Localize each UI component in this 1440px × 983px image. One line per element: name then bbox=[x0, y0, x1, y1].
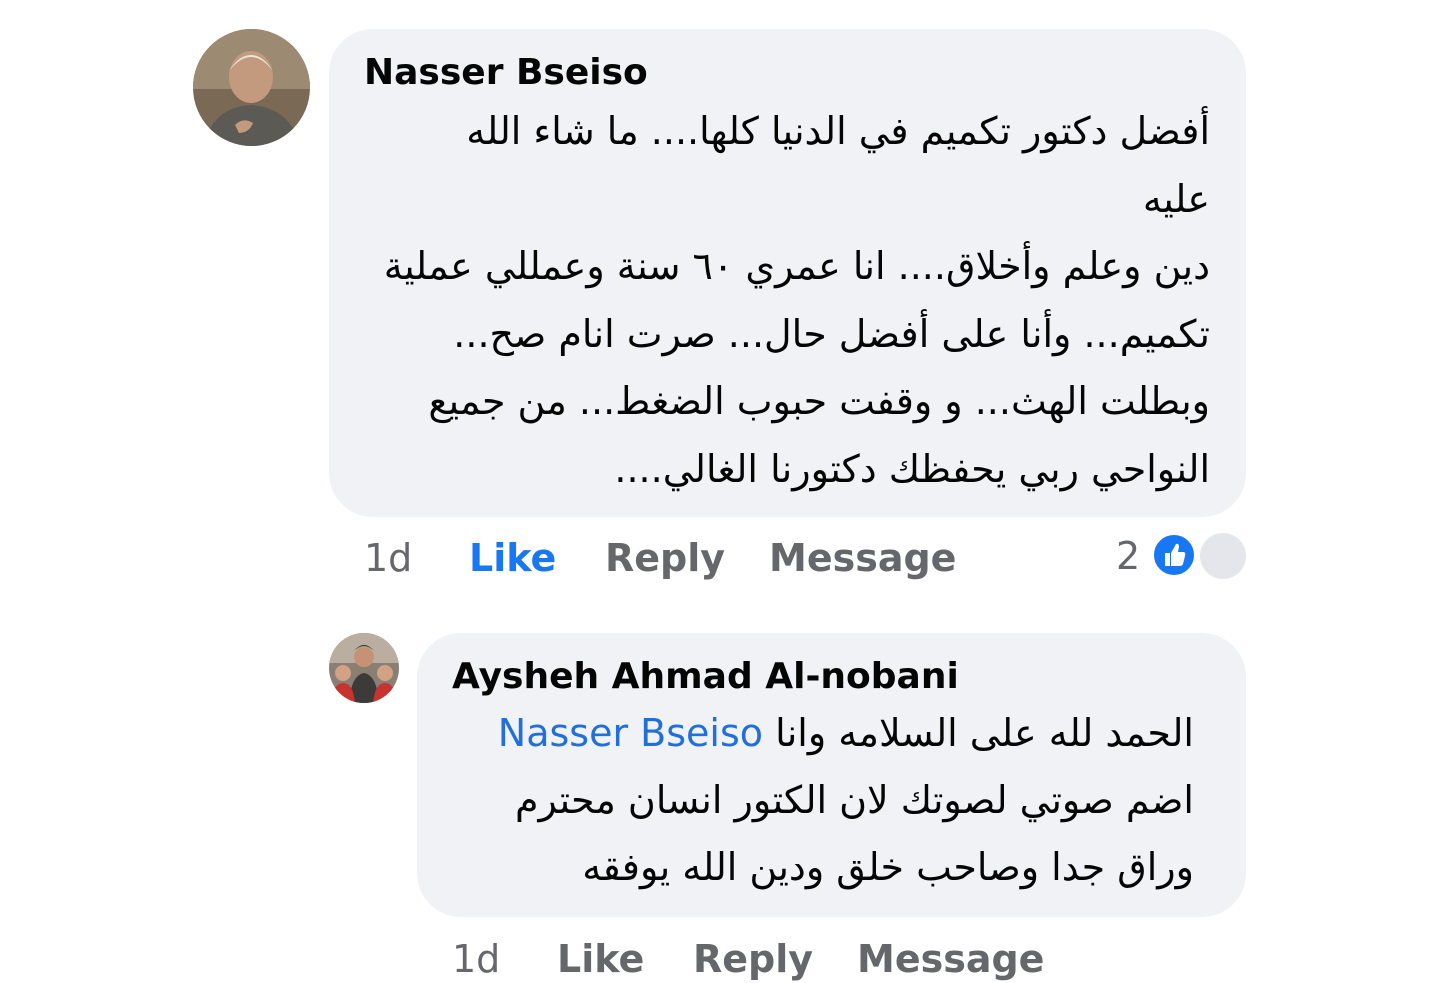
reply-timestamp[interactable]: 1d bbox=[452, 937, 500, 981]
reply-button[interactable]: Reply bbox=[605, 536, 725, 580]
mention-link[interactable]: Nasser Bseiso bbox=[498, 711, 763, 755]
avatar-aysheh[interactable] bbox=[329, 633, 399, 703]
reaction-placeholder bbox=[1200, 533, 1246, 579]
message-button[interactable]: Message bbox=[769, 536, 956, 580]
comment-line: تكميم... وأنا على أفضل حال... صرت انام ص… bbox=[453, 311, 1210, 356]
comment-actions: 1d Like Reply Message bbox=[364, 536, 964, 586]
avatar-nasser[interactable] bbox=[193, 29, 310, 146]
like-button[interactable]: Like bbox=[557, 937, 644, 981]
comment-line: أفضل دكتور تكميم في الدنيا كلها.... ما ش… bbox=[466, 109, 1210, 153]
comment-line: دين وعلم وأخلاق.... انا عمري ٦٠ سنة وعمل… bbox=[383, 244, 1210, 288]
reply-line: وراق جدا وصاحب خلق ودين الله يوفقه bbox=[582, 845, 1194, 889]
reply-author[interactable]: Aysheh Ahmad Al-nobani bbox=[452, 656, 959, 697]
reply-line-text: الحمد لله على السلامه وانا bbox=[775, 711, 1194, 755]
thumbs-up-icon bbox=[1151, 532, 1197, 578]
comment-line: النواحي ربي يحفظك دكتورنا الغالي.... bbox=[614, 446, 1210, 491]
reply-text: الحمد لله على السلامه وانا Nasser Bseiso… bbox=[498, 700, 1194, 901]
reply-line: الحمد لله على السلامه وانا Nasser Bseiso bbox=[498, 700, 1194, 767]
like-button[interactable]: Like bbox=[469, 536, 556, 580]
message-button[interactable]: Message bbox=[857, 937, 1044, 981]
comments-thread: Nasser Bseiso أفضل دكتور تكميم في الدنيا… bbox=[0, 0, 1440, 983]
comment-author[interactable]: Nasser Bseiso bbox=[364, 52, 648, 93]
reaction-summary[interactable]: 2 bbox=[1110, 532, 1250, 580]
reply-line: اضم صوتي لصوتك لان الكتور انسان محترم bbox=[514, 778, 1194, 822]
comment-timestamp[interactable]: 1d bbox=[364, 536, 412, 580]
reply-button[interactable]: Reply bbox=[693, 937, 813, 981]
reply-actions: 1d Like Reply Message bbox=[452, 937, 1052, 983]
comment-text: أفضل دكتور تكميم في الدنيا كلها.... ما ش… bbox=[384, 98, 1210, 503]
comment-line: عليه bbox=[1142, 176, 1210, 221]
reaction-count: 2 bbox=[1116, 534, 1141, 578]
comment-line: وبطلت الهث... و وقفت حبوب الضغط... من جم… bbox=[428, 379, 1210, 423]
